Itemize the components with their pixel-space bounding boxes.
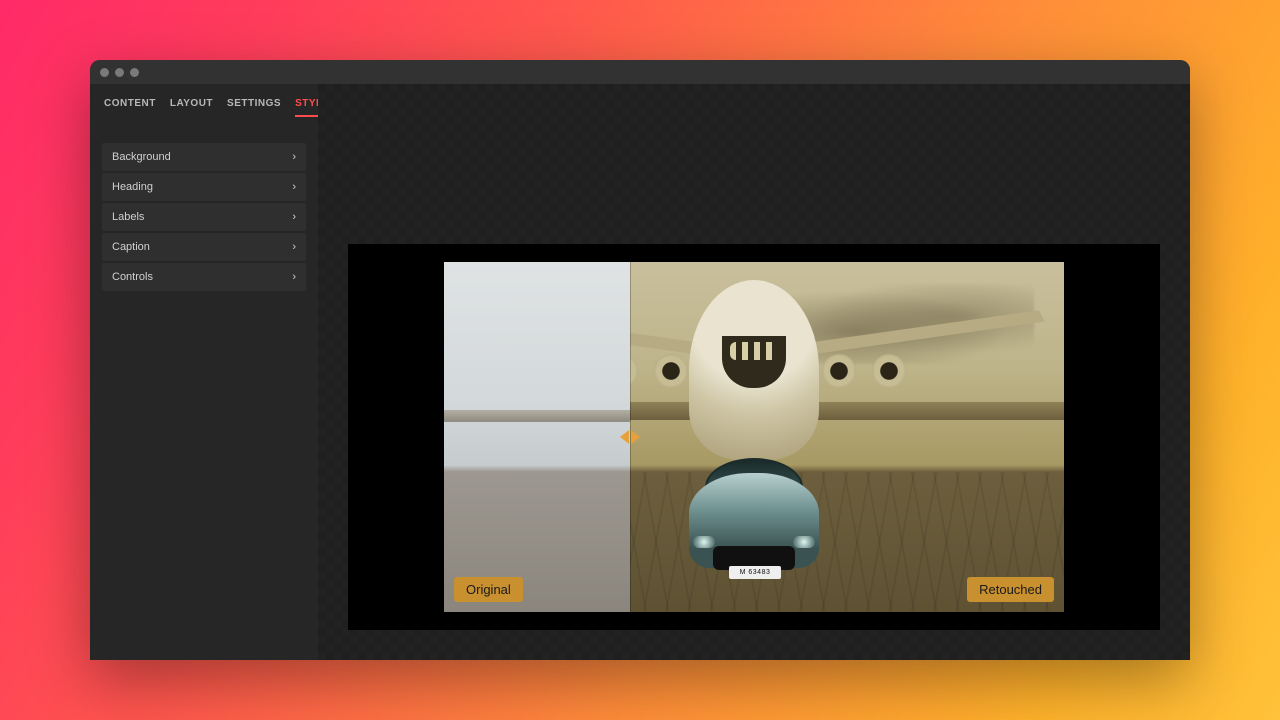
menu-item-background[interactable]: Background › — [102, 143, 306, 171]
before-image — [444, 262, 630, 612]
chevron-right-icon: › — [292, 211, 296, 223]
menu-item-controls[interactable]: Controls › — [102, 263, 306, 291]
window-titlebar — [90, 60, 1190, 84]
sidebar-tabs: CONTENT LAYOUT SETTINGS STYLE — [102, 98, 306, 127]
menu-item-label: Controls — [112, 271, 153, 283]
chevron-right-icon: › — [292, 151, 296, 163]
sidebar: CONTENT LAYOUT SETTINGS STYLE Background… — [90, 84, 318, 660]
menu-item-labels[interactable]: Labels › — [102, 203, 306, 231]
preview-area: M 63483 — [318, 84, 1190, 660]
tab-settings[interactable]: SETTINGS — [227, 98, 281, 117]
traffic-light-minimize[interactable] — [115, 68, 124, 77]
style-menu: Background › Heading › Labels › Caption … — [102, 143, 306, 291]
menu-item-label: Background — [112, 151, 171, 163]
chevron-right-icon: › — [292, 271, 296, 283]
menu-item-label: Caption — [112, 241, 150, 253]
window-body: CONTENT LAYOUT SETTINGS STYLE Background… — [90, 84, 1190, 660]
menu-item-heading[interactable]: Heading › — [102, 173, 306, 201]
license-plate: M 63483 — [729, 566, 781, 579]
menu-item-label: Heading — [112, 181, 153, 193]
menu-item-caption[interactable]: Caption › — [102, 233, 306, 261]
caret-right-icon — [631, 430, 640, 444]
preview-canvas: M 63483 — [348, 244, 1160, 630]
app-window: CONTENT LAYOUT SETTINGS STYLE Background… — [90, 60, 1190, 660]
tab-content[interactable]: CONTENT — [104, 98, 156, 117]
chevron-right-icon: › — [292, 241, 296, 253]
gradient-backdrop: CONTENT LAYOUT SETTINGS STYLE Background… — [0, 0, 1280, 720]
traffic-light-close[interactable] — [100, 68, 109, 77]
before-label-badge: Original — [454, 577, 523, 602]
chevron-right-icon: › — [292, 181, 296, 193]
tab-layout[interactable]: LAYOUT — [170, 98, 213, 117]
compare-slider-handle[interactable] — [620, 430, 640, 444]
caret-left-icon — [620, 430, 629, 444]
before-after-compare: M 63483 — [444, 262, 1064, 612]
menu-item-label: Labels — [112, 211, 144, 223]
traffic-light-zoom[interactable] — [130, 68, 139, 77]
after-label-badge: Retouched — [967, 577, 1054, 602]
